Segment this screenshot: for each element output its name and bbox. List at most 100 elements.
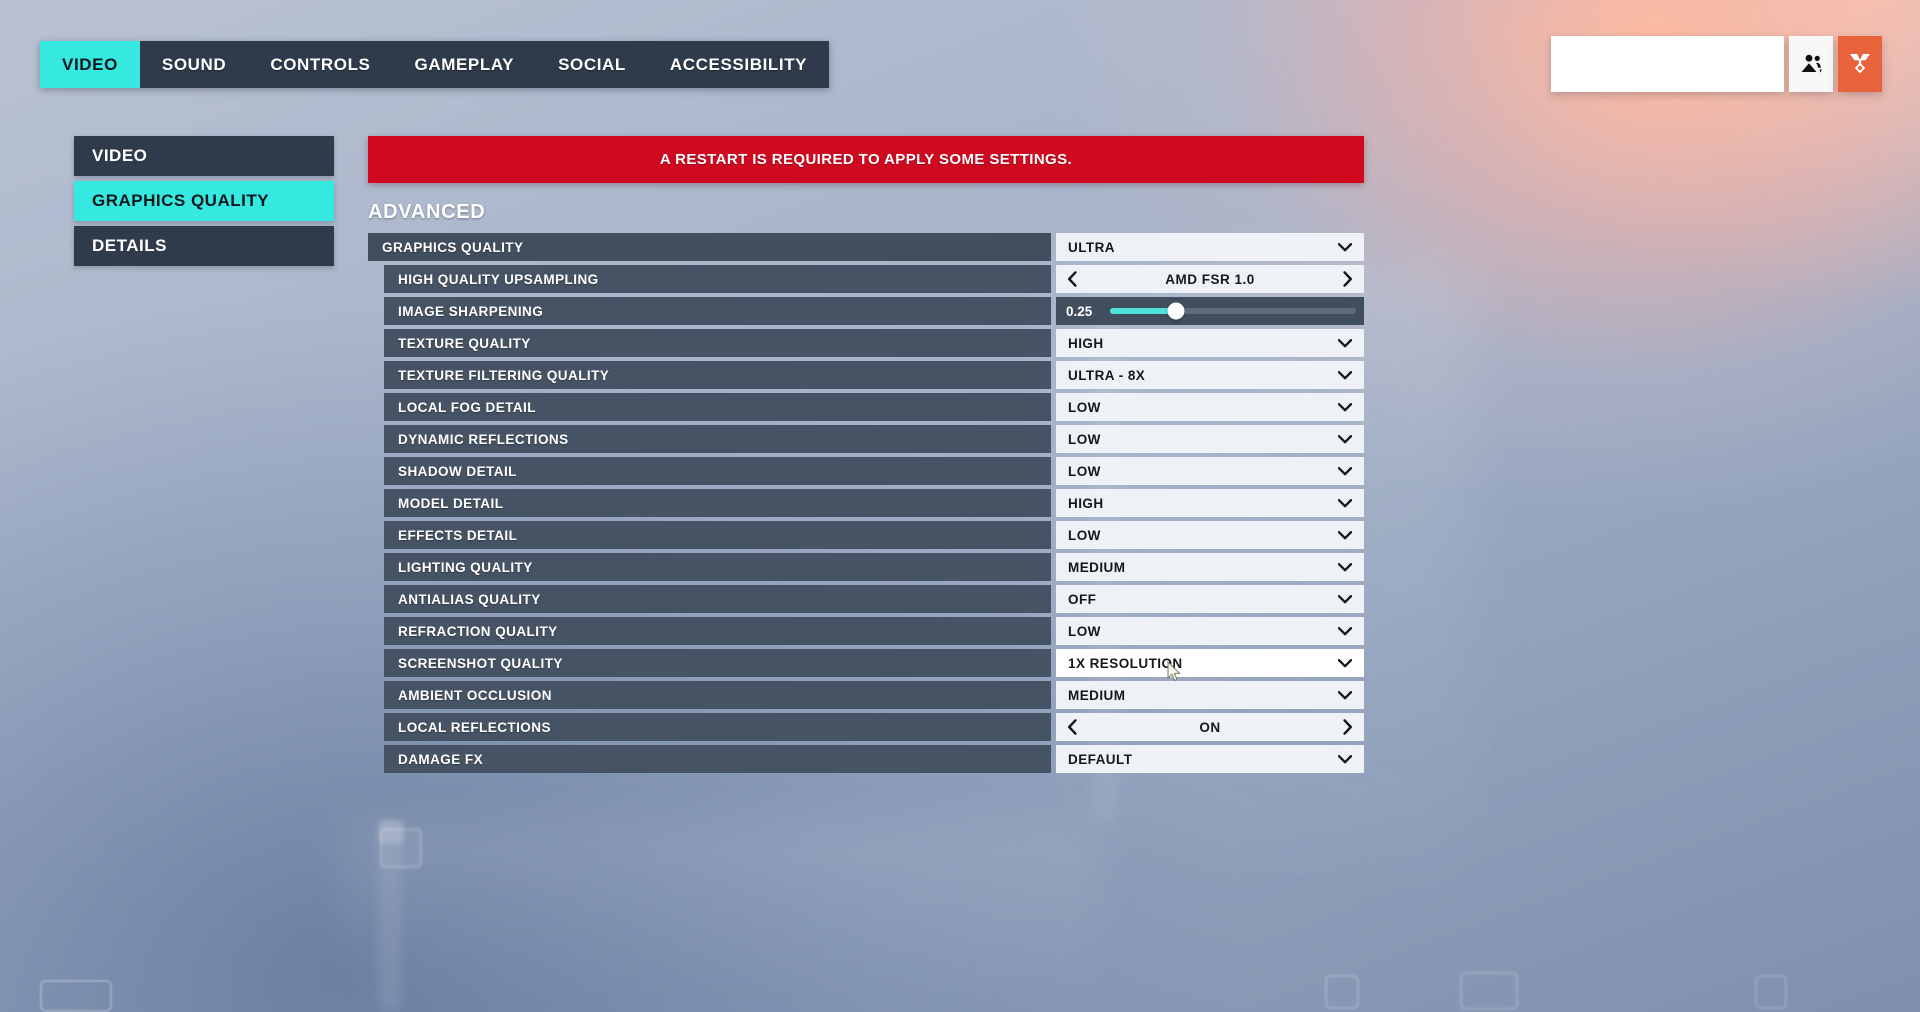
dropdown-value: 1X RESOLUTION (1068, 655, 1183, 671)
setting-control: 1X RESOLUTION (1056, 649, 1364, 677)
dropdown-value: OFF (1068, 591, 1097, 607)
restart-required-banner: A RESTART IS REQUIRED TO APPLY SOME SETT… (368, 136, 1364, 183)
tab-label: ACCESSIBILITY (669, 54, 808, 74)
dropdown-lighting-quality[interactable]: MEDIUM (1056, 553, 1364, 581)
setting-label-refraction-quality: REFRACTION QUALITY (384, 617, 1051, 645)
dropdown-model-detail[interactable]: HIGH (1056, 489, 1364, 517)
tab-sound[interactable]: SOUND (140, 41, 248, 88)
chevron-right-icon[interactable] (1342, 719, 1353, 735)
setting-control: AMD FSR 1.0 (1056, 265, 1364, 293)
setting-row: REFRACTION QUALITY LOW (368, 617, 1364, 645)
squad-people-icon (1798, 53, 1824, 75)
setting-label-text: LIGHTING QUALITY (398, 559, 533, 575)
chevron-down-icon (1338, 530, 1352, 539)
dropdown-refraction-quality[interactable]: LOW (1056, 617, 1364, 645)
dropdown-local-fog-detail[interactable]: LOW (1056, 393, 1364, 421)
setting-label-text: REFRACTION QUALITY (398, 623, 558, 639)
sidebar-item-video[interactable]: VIDEO (74, 136, 334, 176)
squad-button[interactable] (1789, 36, 1833, 92)
slider-thumb[interactable] (1167, 302, 1185, 320)
dropdown-value: DEFAULT (1068, 751, 1133, 767)
settings-sidebar: VIDEO GRAPHICS QUALITY DETAILS (74, 136, 334, 266)
setting-row: ANTIALIAS QUALITY OFF (368, 585, 1364, 613)
setting-label-texture-quality: TEXTURE QUALITY (384, 329, 1051, 357)
setting-label-dynamic-reflections: DYNAMIC REFLECTIONS (384, 425, 1051, 453)
chevron-down-icon (1338, 562, 1352, 571)
setting-control: MEDIUM (1056, 553, 1364, 581)
tab-accessibility[interactable]: ACCESSIBILITY (648, 41, 829, 88)
setting-row: DYNAMIC REFLECTIONS LOW (368, 425, 1364, 453)
dropdown-value: HIGH (1068, 495, 1104, 511)
stepper-high-quality-upsampling: AMD FSR 1.0 (1056, 265, 1364, 293)
dropdown-texture-quality[interactable]: HIGH (1056, 329, 1364, 357)
setting-row: SCREENSHOT QUALITY 1X RESOLUTION (368, 649, 1364, 677)
setting-control: ULTRA - 8X (1056, 361, 1364, 389)
hud-top-right (1551, 36, 1882, 92)
setting-control: 0.25 (1056, 297, 1364, 325)
setting-row: TEXTURE FILTERING QUALITY ULTRA - 8X (368, 361, 1364, 389)
setting-label-text: EFFECTS DETAIL (398, 527, 518, 543)
dropdown-graphics-quality[interactable]: ULTRA (1056, 233, 1364, 261)
dropdown-dynamic-reflections[interactable]: LOW (1056, 425, 1364, 453)
setting-row: LOCAL FOG DETAIL LOW (368, 393, 1364, 421)
sidebar-item-label: DETAILS (92, 236, 167, 255)
stepper-value: ON (1199, 719, 1221, 735)
chevron-left-icon[interactable] (1067, 271, 1078, 287)
setting-control: LOW (1056, 393, 1364, 421)
settings-main-panel: A RESTART IS REQUIRED TO APPLY SOME SETT… (368, 136, 1364, 773)
chevron-down-icon (1338, 370, 1352, 379)
setting-label-text: AMBIENT OCCLUSION (398, 687, 552, 703)
medal-icon (1847, 52, 1873, 76)
dropdown-value: MEDIUM (1068, 687, 1126, 703)
dropdown-antialias-quality[interactable]: OFF (1056, 585, 1364, 613)
tab-controls[interactable]: CONTROLS (248, 41, 392, 88)
setting-label-text: IMAGE SHARPENING (398, 303, 544, 319)
setting-label-text: DAMAGE FX (398, 751, 484, 767)
dropdown-damage-fx[interactable]: DEFAULT (1056, 745, 1364, 773)
setting-label-lighting-quality: LIGHTING QUALITY (384, 553, 1051, 581)
chevron-down-icon (1338, 498, 1352, 507)
dropdown-shadow-detail[interactable]: LOW (1056, 457, 1364, 485)
setting-label-texture-filtering-quality: TEXTURE FILTERING QUALITY (384, 361, 1051, 389)
chevron-left-icon[interactable] (1067, 719, 1078, 735)
dropdown-screenshot-quality[interactable]: 1X RESOLUTION (1056, 649, 1364, 677)
sidebar-item-details[interactable]: DETAILS (74, 226, 334, 266)
dropdown-effects-detail[interactable]: LOW (1056, 521, 1364, 549)
dropdown-value: ULTRA - 8X (1068, 367, 1146, 383)
dropdown-value: HIGH (1068, 335, 1104, 351)
slider-fill (1110, 308, 1177, 314)
setting-row: IMAGE SHARPENING 0.25 (368, 297, 1364, 325)
achievements-button[interactable] (1838, 36, 1882, 92)
background-post-left (378, 820, 402, 1010)
setting-control: DEFAULT (1056, 745, 1364, 773)
dropdown-ambient-occlusion[interactable]: MEDIUM (1056, 681, 1364, 709)
setting-label-graphics-quality: GRAPHICS QUALITY (368, 233, 1051, 261)
sidebar-item-label: GRAPHICS QUALITY (92, 191, 270, 210)
chevron-right-icon[interactable] (1342, 271, 1353, 287)
background-haze-left (340, 820, 1100, 1010)
setting-row: SHADOW DETAIL LOW (368, 457, 1364, 485)
tab-social[interactable]: SOCIAL (536, 41, 648, 88)
setting-row: GRAPHICS QUALITY ULTRA (368, 233, 1364, 261)
setting-control: HIGH (1056, 489, 1364, 517)
dropdown-texture-filtering-quality[interactable]: ULTRA - 8X (1056, 361, 1364, 389)
chevron-down-icon (1338, 338, 1352, 347)
setting-label-text: ANTIALIAS QUALITY (398, 591, 541, 607)
setting-label-text: LOCAL REFLECTIONS (398, 719, 551, 735)
chevron-down-icon (1338, 594, 1352, 603)
chevron-down-icon (1338, 626, 1352, 635)
setting-label-screenshot-quality: SCREENSHOT QUALITY (384, 649, 1051, 677)
setting-label-text: DYNAMIC REFLECTIONS (398, 431, 569, 447)
stepper-value: AMD FSR 1.0 (1165, 271, 1255, 287)
sidebar-item-graphics-quality[interactable]: GRAPHICS QUALITY (74, 181, 334, 221)
tab-video[interactable]: VIDEO (40, 41, 140, 88)
setting-label-text: MODEL DETAIL (398, 495, 504, 511)
setting-control: LOW (1056, 425, 1364, 453)
setting-row: AMBIENT OCCLUSION MEDIUM (368, 681, 1364, 709)
setting-row: HIGH QUALITY UPSAMPLING AMD FSR 1.0 (368, 265, 1364, 293)
tab-gameplay[interactable]: GAMEPLAY (393, 41, 537, 88)
background-box-f (378, 820, 404, 844)
slider-track[interactable] (1110, 302, 1356, 320)
tab-label: CONTROLS (270, 54, 371, 74)
setting-label-text: SCREENSHOT QUALITY (398, 655, 563, 671)
